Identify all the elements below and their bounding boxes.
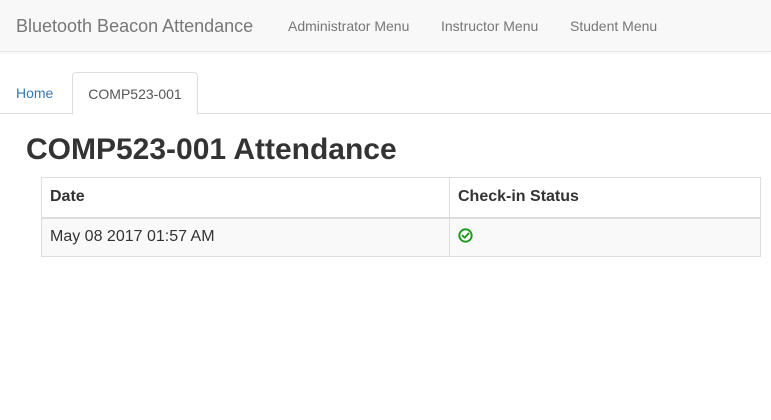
- cell-status: [449, 217, 761, 257]
- top-navbar: Bluetooth Beacon Attendance Administrato…: [0, 0, 771, 52]
- check-circle-icon: [458, 228, 473, 243]
- page-title: COMP523-001 Attendance: [26, 133, 397, 166]
- nav-administrator-menu[interactable]: Administrator Menu: [288, 0, 409, 52]
- tab-home[interactable]: Home: [16, 72, 53, 114]
- table-header-row: Date Check-in Status: [41, 177, 761, 219]
- nav-instructor-menu[interactable]: Instructor Menu: [441, 0, 538, 52]
- course-tabs: Home COMP523-001: [0, 72, 771, 115]
- attendance-table: Date Check-in Status May 08 2017 01:57 A…: [41, 177, 761, 257]
- column-header-status: Check-in Status: [449, 177, 761, 219]
- tab-course-active[interactable]: COMP523-001: [72, 72, 198, 115]
- table-row: May 08 2017 01:57 AM: [41, 217, 761, 257]
- nav-student-menu[interactable]: Student Menu: [570, 0, 657, 52]
- brand-link[interactable]: Bluetooth Beacon Attendance: [16, 0, 253, 52]
- cell-date: May 08 2017 01:57 AM: [41, 217, 450, 257]
- column-header-date: Date: [41, 177, 450, 219]
